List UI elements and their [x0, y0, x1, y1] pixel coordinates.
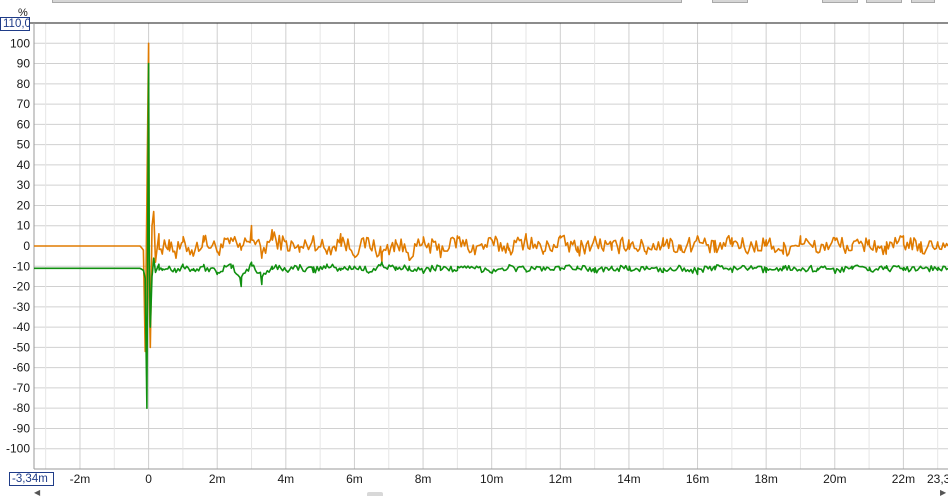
x-tick-label: 14m [617, 472, 640, 486]
y-tick-label: 70 [17, 97, 31, 111]
y-tick-label: 100 [10, 36, 30, 50]
y-tick-label: 80 [17, 77, 31, 91]
x-tick-label: 8m [415, 472, 432, 486]
y-tick-label: -90 [13, 421, 31, 435]
y-tick-label: 20 [17, 198, 31, 212]
x-range-end-label: 23,3 [927, 472, 948, 486]
y-axis-top-value-field[interactable]: 110,0 [0, 17, 30, 31]
y-tick-label: 30 [17, 178, 31, 192]
y-tick-label: -40 [13, 320, 31, 334]
x-tick-label: 18m [754, 472, 777, 486]
y-tick-label: 40 [17, 158, 31, 172]
x-axis-start-value-field[interactable]: -3,34m [9, 472, 54, 486]
x-axis-ticks: -2m 0 2m 4m 6m 8m 10m 12m 14m 16m 18m 20m 22m 23,3 [70, 472, 948, 486]
y-tick-label: -60 [13, 361, 31, 375]
x-tick-label: 2m [209, 472, 226, 486]
series-line-1 [34, 42, 948, 353]
y-tick-label: -30 [13, 300, 31, 314]
x-tick-label: -2m [70, 472, 91, 486]
x-tick-label: 16m [686, 472, 709, 486]
x-tick-label: 4m [277, 472, 294, 486]
y-tick-label: -10 [13, 259, 31, 273]
y-tick-label: -70 [13, 381, 31, 395]
y-tick-label: 10 [17, 219, 31, 233]
x-tick-label: 20m [823, 472, 846, 486]
scroll-left-arrow-icon[interactable]: ◀ [34, 489, 40, 497]
y-tick-label: 50 [17, 138, 31, 152]
y-axis-ticks: 1009080706050403020100-10-20-30-40-50-60… [6, 36, 30, 455]
series-line-2 [34, 62, 948, 410]
y-tick-label: 60 [17, 117, 31, 131]
y-tick-label: -80 [13, 401, 31, 415]
y-tick-label: -20 [13, 280, 31, 294]
x-tick-label: 22m [892, 472, 915, 486]
y-tick-label: 90 [17, 57, 31, 71]
x-tick-label: 12m [549, 472, 572, 486]
x-tick-label: 10m [480, 472, 503, 486]
x-tick-label: 6m [346, 472, 363, 486]
horizontal-scrollbar-thumb[interactable] [367, 492, 383, 496]
scroll-right-arrow-icon[interactable]: ▶ [940, 489, 946, 497]
y-tick-label: -50 [13, 340, 31, 354]
y-tick-label: -100 [6, 442, 30, 456]
x-tick-label: 0 [145, 472, 152, 486]
impulse-response-chart[interactable]: 1009080706050403020100-10-20-30-40-50-60… [0, 0, 948, 496]
y-tick-label: 0 [23, 239, 30, 253]
